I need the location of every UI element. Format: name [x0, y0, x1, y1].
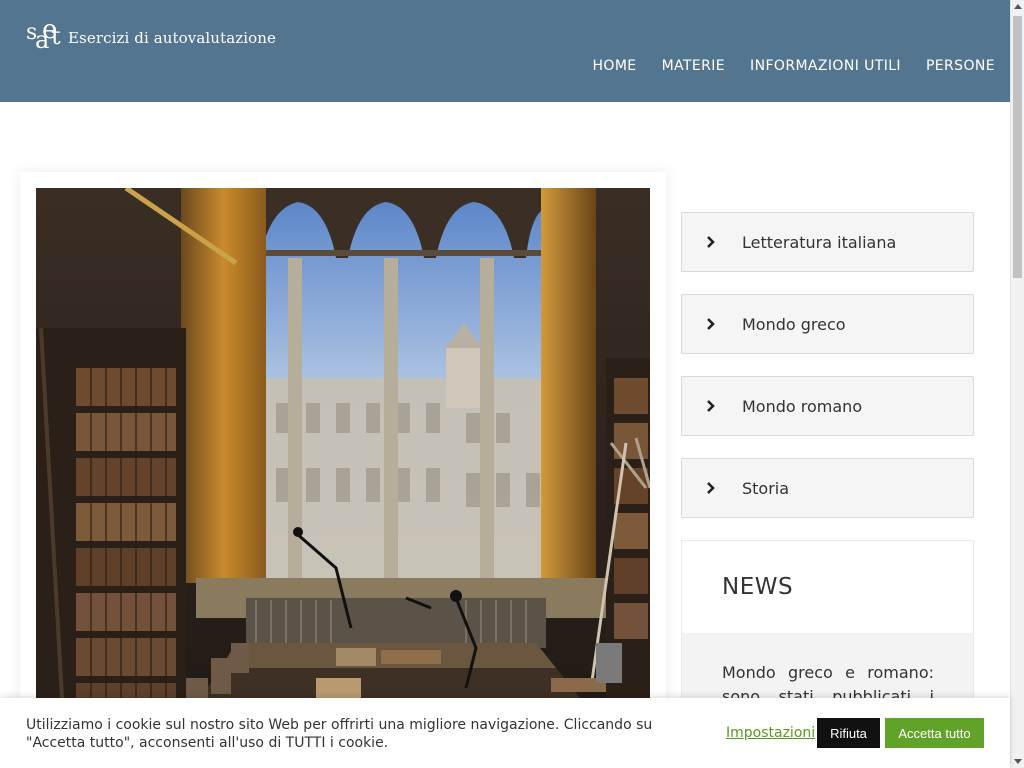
sidebar-item-storia[interactable]: Storia — [681, 458, 974, 518]
scroll-up-arrow-icon[interactable] — [1014, 4, 1022, 9]
cookie-message: Utilizziamo i cookie sul nostro sito Web… — [26, 717, 653, 751]
chevron-right-icon — [682, 317, 742, 331]
site-logo[interactable]: s a e t Esercizi di autovalutazione — [24, 15, 277, 58]
sidebar-item-letteratura-italiana[interactable]: Letteratura italiana — [681, 212, 974, 272]
logo-text: Esercizi di autovalutazione — [68, 29, 277, 47]
cookie-banner: Utilizziamo i cookie sul nostro sito Web… — [0, 698, 1010, 768]
nav-informazioni-utili[interactable]: INFORMAZIONI UTILI — [750, 58, 901, 74]
chevron-right-icon — [682, 235, 742, 249]
saet-logo-icon: s a e t — [26, 15, 61, 54]
sidebar-item-mondo-greco[interactable]: Mondo greco — [681, 294, 974, 354]
scroll-down-arrow-icon[interactable] — [1014, 759, 1022, 764]
site-header: s a e t Esercizi di autovalutazione HOME… — [0, 0, 1010, 102]
page-scrollbar[interactable] — [1010, 0, 1024, 768]
sidebar-item-mondo-romano[interactable]: Mondo romano — [681, 376, 974, 436]
scroll-thumb[interactable] — [1013, 16, 1022, 278]
cookie-settings-link[interactable]: Impostazioni — [726, 725, 815, 741]
nav-materie[interactable]: MATERIE — [662, 58, 725, 74]
sidebar-item-label: Storia — [742, 478, 790, 498]
news-title: NEWS — [722, 574, 794, 600]
sidebar-item-label: Mondo greco — [742, 314, 846, 334]
nav-home[interactable]: HOME — [592, 58, 636, 74]
accept-all-cookies-button[interactable]: Accetta tutto — [885, 718, 984, 748]
sidebar-item-label: Letteratura italiana — [742, 232, 897, 252]
reject-cookies-button[interactable]: Rifiuta — [817, 718, 880, 748]
main-nav: HOME MATERIE INFORMAZIONI UTILI PERSONE — [567, 58, 995, 74]
chevron-right-icon — [682, 481, 742, 495]
library-photo — [36, 188, 650, 768]
sidebar-item-label: Mondo romano — [742, 396, 863, 416]
nav-persone[interactable]: PERSONE — [926, 58, 995, 74]
featured-image-card — [20, 172, 666, 768]
chevron-right-icon — [682, 399, 742, 413]
